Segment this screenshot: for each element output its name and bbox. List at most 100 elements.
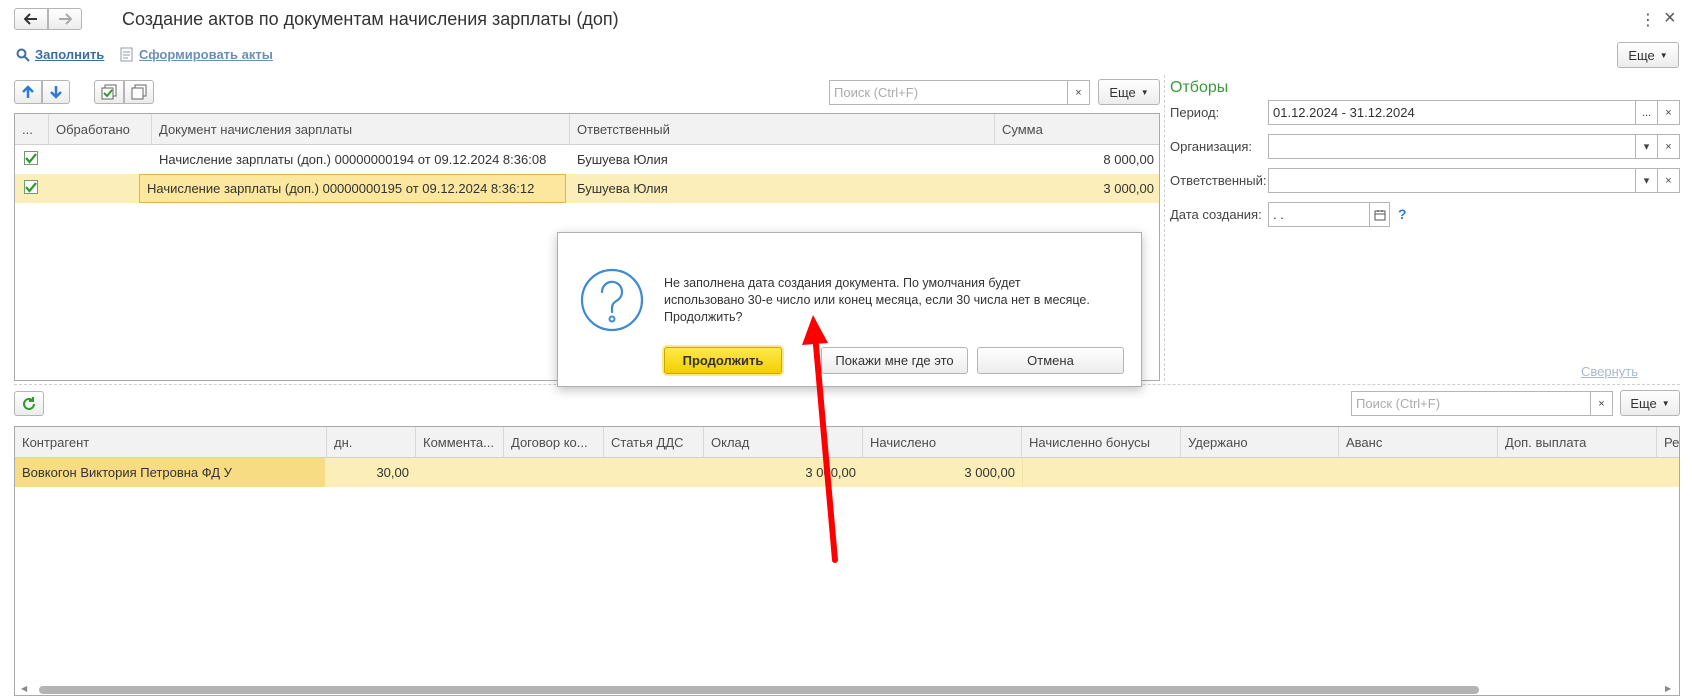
row-checkbox[interactable] [24, 180, 38, 194]
calendar-icon [1374, 209, 1385, 220]
cell-responsible: Бушуева Юлия [577, 181, 668, 196]
show-me-button-label: Покажи мне где это [835, 353, 954, 368]
period-select-button[interactable]: ... [1635, 100, 1658, 125]
cell-sum: 3 000,00 [1103, 181, 1154, 196]
close-icon[interactable]: × [1664, 7, 1676, 30]
fill-link[interactable]: Заполнить [35, 47, 104, 62]
refresh-button[interactable] [14, 391, 44, 416]
upper-more-button[interactable]: Еще ▼ [1098, 79, 1160, 105]
col-header-accrued[interactable]: Начислено [863, 427, 1022, 458]
arrow-down-icon [50, 86, 62, 99]
confirm-dialog: Не заполнена дата создания документа. По… [557, 232, 1142, 387]
documents-table-header: ... Обработано Документ начисления зарпл… [15, 114, 1159, 145]
cell-salary: 3 000,00 [805, 465, 856, 480]
lower-more-button[interactable]: Еще ▼ [1620, 390, 1680, 416]
upper-search-input[interactable]: Поиск (Ctrl+F) [829, 80, 1068, 105]
cell-accrued: 3 000,00 [964, 465, 1015, 480]
table-row-selected[interactable]: Начисление зарплаты (доп.) 00000000195 о… [15, 174, 1159, 203]
row-sep [1022, 458, 1023, 487]
lower-search-clear-button[interactable]: × [1590, 391, 1613, 416]
uncheck-all-icon [131, 84, 147, 100]
creation-date-label: Дата создания: [1170, 207, 1262, 222]
more-button-top[interactable]: Еще ▼ [1617, 42, 1679, 68]
responsible-clear-button[interactable]: × [1657, 168, 1680, 193]
question-icon [580, 268, 644, 332]
lower-search-input[interactable]: Поиск (Ctrl+F) [1351, 391, 1591, 416]
help-icon[interactable]: ? [1398, 206, 1407, 222]
scroll-left-icon[interactable]: ◀ [21, 684, 27, 693]
row-checkbox[interactable] [24, 151, 38, 165]
arrow-right-icon [59, 13, 72, 25]
arrow-up-icon [22, 85, 34, 98]
counterparties-table: Контрагент дн. Коммента... Договор ко...… [14, 426, 1680, 696]
responsible-label: Ответственный: [1170, 173, 1267, 188]
horizontal-scrollbar[interactable] [39, 686, 1479, 694]
cell-document: Начисление зарплаты (доп.) 00000000194 о… [159, 152, 547, 167]
col-header-document[interactable]: Документ начисления зарплаты [152, 114, 570, 145]
upper-search-clear-button[interactable]: × [1067, 80, 1090, 105]
col-header-contract[interactable]: Договор ко... [504, 427, 604, 458]
splitter[interactable] [1164, 75, 1165, 381]
col-header-days[interactable]: дн. [327, 427, 416, 458]
col-header-salary[interactable]: Оклад [704, 427, 863, 458]
cell-counterparty[interactable]: Вовкогон Виктория Петровна ФД У [15, 458, 325, 487]
responsible-input[interactable] [1268, 168, 1636, 193]
period-input[interactable]: 01.12.2024 - 31.12.2024 [1268, 100, 1636, 125]
back-button[interactable] [14, 8, 48, 30]
col-header-bonus[interactable]: Начисленно бонусы [1022, 427, 1181, 458]
more-button-label: Еще [1628, 47, 1655, 63]
cancel-button-label: Отмена [1027, 353, 1074, 368]
lower-more-label: Еще [1630, 395, 1657, 411]
more-actions-icon[interactable]: ⋮ [1640, 10, 1656, 30]
dialog-message: Не заполнена дата создания документа. По… [664, 276, 1090, 324]
col-header-advance[interactable]: Аванс [1339, 427, 1498, 458]
arrow-left-icon [24, 13, 37, 25]
search-icon [16, 48, 30, 62]
refresh-icon [23, 396, 35, 410]
cell-sum: 8 000,00 [1103, 152, 1154, 167]
check-all-button[interactable] [94, 80, 124, 104]
col-header-menu[interactable]: ... [15, 114, 49, 145]
forward-button[interactable] [48, 8, 82, 30]
check-icon [25, 181, 37, 193]
form-acts-link[interactable]: Сформировать акты [139, 47, 273, 62]
cell-responsible: Бушуева Юлия [577, 152, 668, 167]
chevron-down-icon: ▼ [1659, 50, 1668, 60]
col-header-sum[interactable]: Сумма [995, 114, 1159, 145]
organization-input[interactable] [1268, 134, 1636, 159]
cell-document[interactable]: Начисление зарплаты (доп.) 00000000195 о… [139, 174, 566, 203]
col-header-extra[interactable]: Доп. выплата [1498, 427, 1657, 458]
col-header-res[interactable]: Рез [1657, 427, 1679, 458]
responsible-dropdown-button[interactable]: ▾ [1635, 168, 1658, 193]
organization-label: Организация: [1170, 139, 1253, 154]
creation-date-input[interactable]: . . [1268, 202, 1370, 227]
col-header-dds[interactable]: Статья ДДС [604, 427, 704, 458]
move-up-button[interactable] [14, 80, 42, 104]
calendar-button[interactable] [1369, 202, 1390, 227]
organization-clear-button[interactable]: × [1657, 134, 1680, 159]
show-me-button[interactable]: Покажи мне где это [821, 347, 968, 374]
organization-dropdown-button[interactable]: ▾ [1635, 134, 1658, 159]
col-header-withheld[interactable]: Удержано [1181, 427, 1339, 458]
table-row-selected[interactable]: Вовкогон Виктория Петровна ФД У 30,00 3 … [15, 458, 1679, 487]
continue-button-label: Продолжить [682, 353, 764, 368]
col-header-processed[interactable]: Обработано [49, 114, 152, 145]
cancel-button[interactable]: Отмена [977, 347, 1124, 374]
col-header-responsible[interactable]: Ответственный [570, 114, 995, 145]
table-row[interactable]: Начисление зарплаты (доп.) 00000000194 о… [15, 145, 1159, 174]
continue-button[interactable]: Продолжить [664, 347, 782, 374]
move-down-button[interactable] [42, 80, 70, 104]
cell-days: 30,00 [376, 465, 409, 480]
period-clear-button[interactable]: × [1657, 100, 1680, 125]
period-label: Период: [1170, 105, 1220, 120]
chevron-down-icon: ▼ [1661, 398, 1670, 408]
collapse-link[interactable]: Свернуть [1581, 364, 1638, 379]
upper-more-label: Еще [1109, 84, 1136, 100]
col-header-counterparty[interactable]: Контрагент [15, 427, 327, 458]
scroll-right-icon[interactable]: ▶ [1665, 684, 1671, 693]
col-header-comment[interactable]: Коммента... [416, 427, 504, 458]
uncheck-all-button[interactable] [124, 80, 154, 104]
chevron-down-icon: ▼ [1140, 87, 1149, 97]
document-icon [120, 47, 133, 62]
counterparties-table-header: Контрагент дн. Коммента... Договор ко...… [15, 427, 1679, 458]
